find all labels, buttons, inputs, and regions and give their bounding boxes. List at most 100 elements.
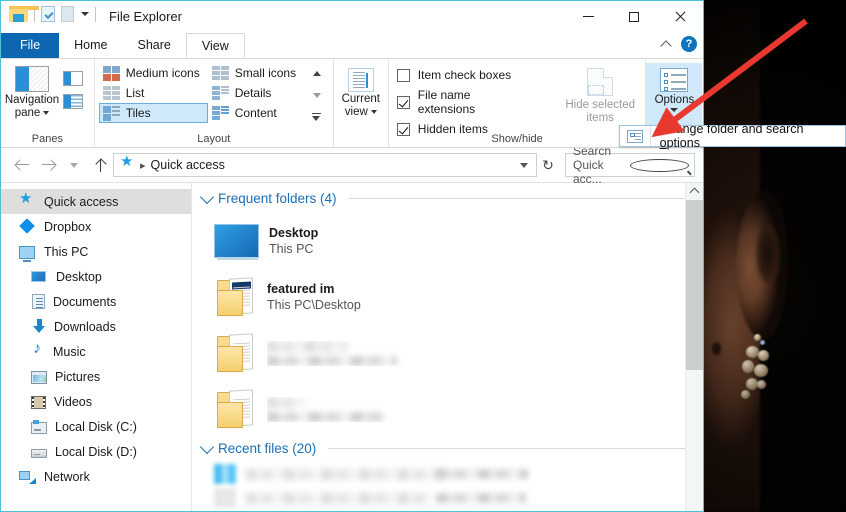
new-folder-icon[interactable]: [61, 6, 74, 22]
search-input[interactable]: Search Quick acc...: [565, 144, 695, 186]
list-item[interactable]: [214, 462, 689, 486]
navigation-pane-button[interactable]: Navigation pane: [1, 63, 63, 120]
tab-share[interactable]: Share: [123, 33, 186, 58]
tile-path: This PC\Desktop: [267, 297, 361, 312]
tab-home[interactable]: Home: [59, 33, 122, 58]
refresh-button[interactable]: ↻: [537, 154, 559, 176]
computer-icon: [19, 244, 36, 260]
layout-medium-icons[interactable]: Medium icons: [99, 63, 208, 83]
options-label: Options: [654, 94, 695, 106]
sidebar-item-dropbox[interactable]: Dropbox: [1, 214, 191, 239]
checkbox-file-name-extensions[interactable]: File name extensions: [396, 88, 529, 116]
desktop-thumbnail-icon: [214, 224, 259, 260]
frequent-folders-header[interactable]: Frequent folders (4): [199, 189, 689, 206]
sidebar-item-music[interactable]: Music: [1, 339, 191, 364]
layout-gallery-scroll: [308, 63, 325, 126]
recent-locations-button[interactable]: [61, 152, 87, 178]
sidebar-item-quick-access[interactable]: Quick access: [1, 189, 191, 214]
checkbox-item-check-boxes[interactable]: Item check boxes: [396, 68, 529, 82]
preview-pane-icon[interactable]: [63, 71, 83, 86]
disk-d-icon: [31, 449, 47, 458]
scroll-up-icon[interactable]: [686, 183, 703, 200]
breadcrumb-separator: ▸: [140, 159, 146, 172]
sidebar-item-documents[interactable]: Documents: [1, 289, 191, 314]
search-icon: [630, 158, 689, 172]
forward-button[interactable]: [35, 152, 61, 178]
current-view-label-1: Current: [341, 93, 380, 105]
disk-c-icon: [31, 420, 47, 434]
scrollbar-thumb[interactable]: [686, 200, 703, 370]
medium-icons-icon: [102, 65, 120, 81]
gallery-scroll-up-icon[interactable]: [308, 64, 325, 83]
minimize-button[interactable]: [565, 1, 611, 32]
breadcrumb-chevron-down-icon[interactable]: [520, 162, 528, 168]
content-scrollbar[interactable]: [685, 183, 703, 511]
customize-qat-icon[interactable]: [81, 12, 89, 16]
window-title: File Explorer: [109, 9, 182, 24]
layout-details[interactable]: Details: [208, 83, 304, 103]
close-button[interactable]: [657, 1, 703, 32]
sidebar-item-network[interactable]: Network: [1, 464, 191, 489]
collapse-ribbon-icon[interactable]: [660, 40, 672, 52]
layout-content[interactable]: Content: [208, 103, 304, 123]
videos-icon: [31, 396, 46, 409]
sidebar-item-local-disk-c[interactable]: Local Disk (C:): [1, 414, 191, 439]
ribbon-group-layout: Medium icons List Tiles Small icons Deta…: [95, 59, 334, 147]
redacted-file-path: [436, 493, 526, 503]
sidebar-item-videos[interactable]: Videos: [1, 389, 191, 414]
recent-files-section: Recent files (20): [192, 437, 703, 511]
sidebar-item-this-pc[interactable]: This PC: [1, 239, 191, 264]
gallery-expand-icon[interactable]: [308, 107, 325, 126]
list-item[interactable]: [214, 510, 689, 511]
chevron-down-icon-frequent[interactable]: [199, 189, 215, 204]
details-pane-icon[interactable]: [63, 94, 83, 109]
panes-small-buttons: [63, 63, 83, 109]
tab-view[interactable]: View: [185, 33, 245, 58]
navigation-pane-icon: [15, 66, 49, 92]
back-button[interactable]: [9, 152, 35, 178]
folder-tile-redacted-2[interactable]: [214, 381, 468, 437]
folder-tile-desktop[interactable]: Desktop This PC: [214, 213, 468, 269]
up-button[interactable]: [87, 152, 113, 178]
folder-tile-featured-im[interactable]: featured im This PC\Desktop: [214, 269, 468, 325]
sidebar-item-desktop[interactable]: Desktop: [1, 264, 191, 289]
maximize-button[interactable]: [611, 1, 657, 32]
options-chevron-down-icon[interactable]: [670, 108, 679, 112]
folder-tile-redacted-1[interactable]: [214, 325, 468, 381]
tooltip-change-folder-and-search-options: Change folder and search options: [619, 122, 846, 150]
redacted-file-name: [246, 468, 441, 480]
gallery-scroll-down-icon[interactable]: [308, 86, 325, 105]
layout-tiles[interactable]: Tiles: [98, 103, 208, 123]
help-icon[interactable]: ?: [681, 36, 697, 52]
address-bar: ▸ Quick access ↻ Search Quick acc...: [1, 144, 703, 186]
sidebar-item-local-disk-d[interactable]: Local Disk (D:): [1, 439, 191, 464]
recent-files-header[interactable]: Recent files (20): [199, 439, 689, 456]
list-item[interactable]: [214, 486, 689, 510]
search-placeholder: Search Quick acc...: [573, 144, 612, 186]
ribbon-group-panes: Navigation pane Panes: [1, 59, 95, 147]
tab-file[interactable]: File: [1, 33, 60, 58]
title-bar: File Explorer: [1, 1, 703, 33]
group-label-show-hide: Show/hide: [491, 133, 543, 145]
folder-blue-doc-icon: [217, 277, 257, 316]
layout-list[interactable]: List: [99, 83, 208, 103]
current-view-button[interactable]: Current view: [334, 63, 388, 119]
tiles-icon: [102, 105, 120, 121]
chevron-down-icon: [43, 110, 50, 115]
sidebar-item-pictures[interactable]: Pictures: [1, 364, 191, 389]
chevron-down-icon-recent[interactable]: [199, 439, 215, 454]
hide-selected-items-button: Hide selected items: [555, 63, 645, 125]
folder-doc-icon: [217, 333, 257, 372]
group-label-layout: Layout: [197, 133, 231, 145]
window-controls: [565, 1, 703, 32]
sidebar-item-downloads[interactable]: Downloads: [1, 314, 191, 339]
properties-icon[interactable]: [41, 6, 55, 22]
breadcrumb[interactable]: ▸ Quick access: [113, 153, 537, 177]
file-explorer-window: File Explorer File Home Share View ? Nav…: [0, 0, 704, 512]
ribbon-group-show-hide: Item check boxes File name extensions Hi…: [389, 59, 647, 147]
desktop-icon: [31, 269, 48, 285]
qat-divider-2: [95, 6, 96, 22]
navigation-pane-label-1: Navigation: [4, 94, 60, 106]
layout-small-icons[interactable]: Small icons: [208, 63, 304, 83]
ribbon: Navigation pane Panes Medium icons List …: [1, 59, 703, 148]
